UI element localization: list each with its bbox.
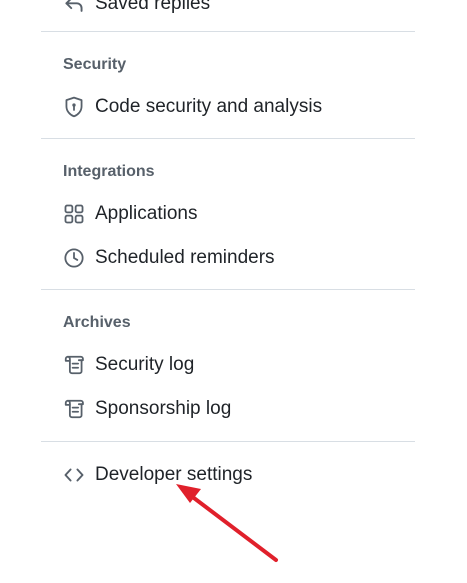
sidebar-item-saved-replies[interactable]: Saved replies [58,0,218,22]
divider [41,31,415,32]
sidebar-item-label: Saved replies [95,0,211,14]
section-title-archives: Archives [63,314,131,331]
settings-sidebar: Saved replies Security Code security and… [0,0,467,583]
section-title-integrations: Integrations [63,163,155,180]
clock-icon [63,247,85,269]
code-icon [63,464,85,486]
reply-icon [63,0,85,15]
sidebar-item-developer-settings[interactable]: Developer settings [58,457,260,493]
sidebar-item-label: Sponsorship log [95,398,232,419]
sidebar-item-label: Applications [95,203,198,224]
divider [41,441,415,442]
sidebar-item-label: Scheduled reminders [95,247,275,268]
divider [41,289,415,290]
sidebar-item-label: Security log [95,354,195,375]
sidebar-item-applications[interactable]: Applications [58,196,205,232]
log-icon [63,398,85,420]
section-title-security: Security [63,56,127,73]
sidebar-item-scheduled-reminders[interactable]: Scheduled reminders [58,240,283,276]
divider [41,138,415,139]
apps-grid-icon [63,203,85,225]
shield-icon [63,96,85,118]
annotation-arrow-icon [176,484,278,562]
sidebar-item-security-log[interactable]: Security log [58,347,202,383]
sidebar-item-sponsorship-log[interactable]: Sponsorship log [58,391,239,427]
sidebar-item-label: Code security and analysis [95,96,323,117]
sidebar-item-code-security[interactable]: Code security and analysis [58,89,330,125]
log-icon [63,354,85,376]
sidebar-item-label: Developer settings [95,464,253,485]
